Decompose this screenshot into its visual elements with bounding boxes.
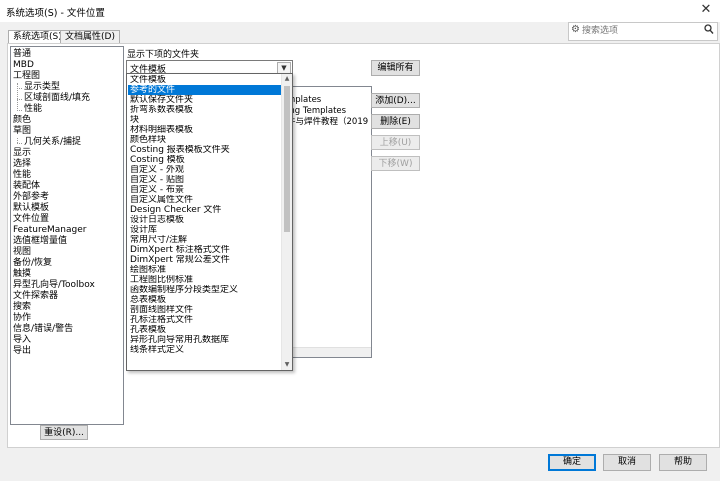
close-icon[interactable]: ✕: [698, 2, 714, 18]
tree-item-featuremanager[interactable]: FeatureManager: [13, 225, 86, 236]
dropdown-item[interactable]: Costing 模板: [128, 155, 283, 165]
tree-item-sketch[interactable]: 草图: [13, 126, 31, 137]
title-bar: 系统选项(S) - 文件位置 ✕: [0, 0, 720, 22]
tree-item-display-style[interactable]: 显示类型: [24, 82, 60, 93]
dropdown-item[interactable]: 剖面线图样文件: [128, 305, 283, 315]
tree-item-file-locations[interactable]: 文件位置: [13, 214, 49, 225]
tree-item-general[interactable]: 普通: [13, 49, 31, 60]
dropdown-item[interactable]: DimXpert 标注格式文件: [128, 245, 283, 255]
dropdown-item-selected[interactable]: 参考的文件: [128, 85, 283, 95]
tree-item-export[interactable]: 导出: [13, 346, 31, 357]
dropdown-item[interactable]: 常用尺寸/注解: [128, 235, 283, 245]
tree-connector: [17, 143, 22, 144]
dropdown-item[interactable]: 自定义 - 外观: [128, 165, 283, 175]
tree-item-spin-box-increments[interactable]: 选值框增量值: [13, 236, 67, 247]
dropdown-item[interactable]: 异形孔向导常用孔数据库: [128, 335, 283, 345]
search-input[interactable]: [582, 24, 692, 37]
tree-item-touch[interactable]: 触摸: [13, 269, 31, 280]
tree-item-assemblies[interactable]: 装配体: [13, 181, 40, 192]
ok-button[interactable]: 确定: [548, 454, 596, 471]
dropdown-item[interactable]: 文件模板: [128, 75, 283, 85]
dropdown-item[interactable]: 块: [128, 115, 283, 125]
move-down-button[interactable]: 下移(W): [371, 156, 420, 171]
tree-item-view[interactable]: 视图: [13, 247, 31, 258]
dropdown-item[interactable]: Design Checker 文件: [128, 205, 283, 215]
dropdown-item[interactable]: 设计库: [128, 225, 283, 235]
dropdown-item[interactable]: 设计日志模板: [128, 215, 283, 225]
dropdown-item[interactable]: 自定义 - 贴图: [128, 175, 283, 185]
tree-item-collaboration[interactable]: 协作: [13, 313, 31, 324]
tree-item-hole-wizard-toolbox[interactable]: 异型孔向导/Toolbox: [13, 280, 95, 291]
cancel-button[interactable]: 取消: [603, 454, 651, 471]
tree-item-drawing-performance[interactable]: 性能: [24, 104, 42, 115]
folder-type-dropdown[interactable]: 文件模板 参考的文件 默认保存文件夹 折弯系数表模板 块 材料明细表模板 颜色样…: [126, 73, 293, 371]
dropdown-item[interactable]: 自定义 - 布景: [128, 185, 283, 195]
tree-item-relations-snaps[interactable]: 几何关系/捕捉: [24, 137, 81, 148]
search-options-icon[interactable]: ⚙: [571, 24, 580, 35]
dropdown-item[interactable]: DimXpert 常规公差文件: [128, 255, 283, 265]
dropdown-item[interactable]: Costing 报表模板文件夹: [128, 145, 283, 155]
tree-item-search[interactable]: 搜索: [13, 302, 31, 313]
folder-type-combo[interactable]: 文件模板 ▼: [126, 60, 293, 75]
folder-list-item[interactable]: 件与焊件教程（2019: [287, 117, 368, 127]
search-box: ⚙: [568, 22, 718, 41]
tree-item-drawings[interactable]: 工程图: [13, 71, 40, 82]
add-button[interactable]: 添加(D)...: [371, 93, 420, 108]
tree-connector: [17, 110, 22, 111]
dropdown-item[interactable]: 自定义属性文件: [128, 195, 283, 205]
tree-connector: [17, 83, 18, 109]
options-tree: 普通 MBD 工程图 显示类型 区域剖面线/填充 性能 颜色 草图 几何关系/捕…: [10, 46, 124, 425]
tree-item-import[interactable]: 导入: [13, 335, 31, 346]
edit-all-button[interactable]: 编辑所有: [371, 60, 420, 76]
dropdown-item[interactable]: 函数编制程序分段类型定义: [128, 285, 283, 295]
tree-item-selection[interactable]: 选择: [13, 159, 31, 170]
dropdown-item[interactable]: 孔标注格式文件: [128, 315, 283, 325]
dropdown-scrollbar[interactable]: ▲ ▼: [281, 74, 292, 370]
tree-item-backup-recover[interactable]: 备份/恢复: [13, 258, 52, 269]
help-button[interactable]: 帮助: [659, 454, 707, 471]
tree-item-default-templates[interactable]: 默认模板: [13, 203, 49, 214]
tree-item-performance[interactable]: 性能: [13, 170, 31, 181]
move-up-button[interactable]: 上移(U): [371, 135, 420, 150]
show-folders-label: 显示下项的文件夹: [127, 50, 200, 60]
dropdown-item[interactable]: 线条样式定义: [128, 345, 283, 355]
dropdown-item[interactable]: 材料明细表模板: [128, 125, 283, 135]
folder-list-item[interactable]: ing Templates: [287, 106, 346, 116]
dropdown-item[interactable]: 折弯系数表模板: [128, 105, 283, 115]
tab-document-properties[interactable]: 文档属性(D): [60, 30, 120, 44]
scroll-up-icon[interactable]: ▲: [282, 74, 292, 84]
tree-item-area-hatch[interactable]: 区域剖面线/填充: [24, 93, 90, 104]
tree-item-file-explorer[interactable]: 文件探索器: [13, 291, 58, 302]
scrollbar-thumb[interactable]: [284, 86, 290, 232]
tree-connector: [17, 99, 22, 100]
dropdown-item[interactable]: 绘图标准: [128, 265, 283, 275]
dropdown-item[interactable]: 颜色样块: [128, 135, 283, 145]
window-title: 系统选项(S) - 文件位置: [6, 8, 105, 19]
dropdown-item[interactable]: 默认保存文件夹: [128, 95, 283, 105]
tree-connector: [17, 88, 22, 89]
delete-button[interactable]: 删除(E): [371, 114, 420, 129]
tree-item-external-references[interactable]: 外部参考: [13, 192, 49, 203]
reset-button[interactable]: 重设(R)...: [40, 425, 88, 440]
scroll-down-icon[interactable]: ▼: [282, 360, 292, 370]
tree-item-mbd[interactable]: MBD: [13, 60, 34, 71]
dropdown-item[interactable]: 孔表模板: [128, 325, 283, 335]
dropdown-item[interactable]: 总表模板: [128, 295, 283, 305]
tree-item-display[interactable]: 显示: [13, 148, 31, 159]
tree-item-colors[interactable]: 颜色: [13, 115, 31, 126]
dropdown-item[interactable]: 工程图比例标准: [128, 275, 283, 285]
search-icon[interactable]: [704, 24, 714, 38]
tree-item-messages-errors-warnings[interactable]: 信息/错误/警告: [13, 324, 73, 335]
